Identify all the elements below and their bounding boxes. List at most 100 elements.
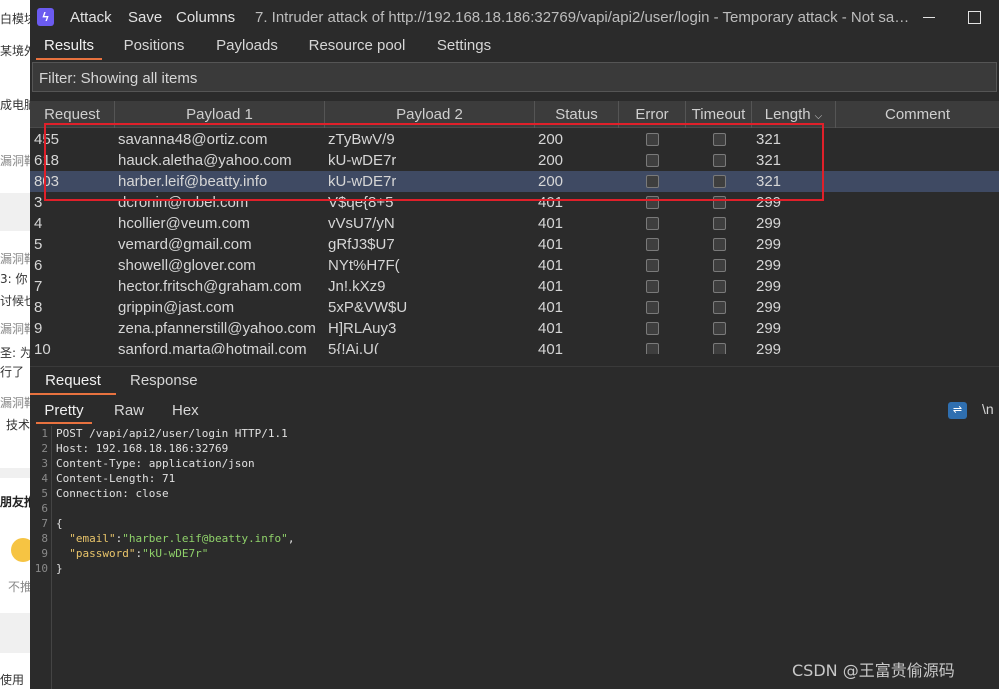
cell-length: 299: [756, 215, 782, 232]
column-comment[interactable]: Comment: [836, 101, 999, 128]
tab-resource-pool[interactable]: Resource pool: [302, 34, 412, 60]
timeout-checkbox: [713, 259, 726, 272]
show-newlines-button[interactable]: \n: [982, 401, 994, 417]
emoji-icon: [11, 538, 30, 562]
cell-status: 401: [538, 278, 564, 295]
tab-payloads[interactable]: Payloads: [210, 34, 284, 60]
table-row[interactable]: 6 showell@glover.com NYt%H7F( 401 299: [30, 255, 999, 276]
background-text: 漏洞靶: [0, 252, 30, 266]
cell-length: 299: [756, 257, 782, 274]
maximize-button[interactable]: [959, 6, 989, 28]
cell-payload-1: hector.fritsch@graham.com: [118, 278, 302, 295]
error-checkbox: [646, 343, 659, 354]
view-tabs: Pretty Raw Hex: [30, 398, 999, 424]
cell-request: 3: [34, 194, 43, 211]
background-shade: [0, 613, 30, 653]
cell-status: 401: [538, 299, 564, 316]
json-key: "password": [69, 547, 136, 560]
minimize-button[interactable]: [914, 6, 944, 28]
menu-attack[interactable]: Attack: [70, 9, 112, 26]
error-checkbox: [646, 238, 659, 251]
column-length-label: Length: [764, 106, 811, 123]
cell-status: 401: [538, 257, 564, 274]
cell-payload-1: sanford.marta@hotmail.com: [118, 341, 307, 354]
cell-length: 299: [756, 341, 782, 354]
background-shade: [0, 193, 30, 231]
line-number: 7: [41, 517, 48, 530]
timeout-checkbox: [713, 301, 726, 314]
background-text: 不推: [8, 580, 30, 594]
message-tabs: Request Response: [30, 366, 999, 395]
cell-length: 299: [756, 236, 782, 253]
cell-payload-2: 5xP&VW$U: [328, 299, 408, 316]
sort-descending-icon: ⌵: [814, 111, 823, 122]
cell-payload-1: showell@glover.com: [118, 257, 256, 274]
line-number: 4: [41, 472, 48, 485]
tab-settings[interactable]: Settings: [428, 34, 500, 60]
background-text: 某境外: [0, 44, 30, 58]
json-value: "harber.leif@beatty.info": [122, 532, 288, 545]
cell-length: 299: [756, 320, 782, 337]
request-editor[interactable]: 1 2 3 4 5 6 7 8 9 10 POST /vapi/api2/user/login H…: [30, 426, 999, 689]
line-number: 9: [41, 547, 48, 560]
background-text: 讨候也: [0, 294, 30, 308]
menu-columns[interactable]: Columns: [176, 9, 235, 26]
code-line: Content-Length: 71: [56, 472, 176, 485]
tab-request[interactable]: Request: [30, 367, 116, 395]
menu-save[interactable]: Save: [128, 9, 162, 26]
table-row[interactable]: 8 grippin@jast.com 5xP&VW$U 401 299: [30, 297, 999, 318]
tab-response[interactable]: Response: [130, 367, 198, 395]
table-row[interactable]: 7 hector.fritsch@graham.com Jn!.kXz9 401 299: [30, 276, 999, 297]
cell-request: 9: [34, 320, 43, 337]
cell-payload-1: hcollier@veum.com: [118, 215, 250, 232]
watermark: CSDN @王富贵偷源码: [792, 661, 955, 680]
code-line: Content-Type: application/json: [56, 457, 255, 470]
cell-status: 401: [538, 341, 564, 354]
code-line: }: [56, 562, 63, 575]
wrap-lines-icon[interactable]: ⇌: [948, 402, 967, 419]
background-text: 漏洞靶: [0, 322, 30, 336]
background-text: 使用: [0, 673, 25, 687]
cell-payload-1: vemard@gmail.com: [118, 236, 252, 253]
error-checkbox: [646, 322, 659, 335]
timeout-checkbox: [713, 280, 726, 293]
code-line: POST /vapi/api2/user/login HTTP/1.1: [56, 427, 288, 440]
background-text: 技术: [6, 418, 30, 432]
timeout-checkbox: [713, 322, 726, 335]
code-line: {: [56, 517, 63, 530]
tab-results[interactable]: Results: [36, 34, 102, 60]
cell-request: 4: [34, 215, 43, 232]
line-number: 10: [34, 562, 48, 575]
cell-payload-2: NYt%H7F(: [328, 257, 400, 274]
cell-payload-2: Jn!.kXz9: [328, 278, 386, 295]
cell-payload-1: zena.pfannerstill@yahoo.com: [118, 320, 316, 337]
error-checkbox: [646, 259, 659, 272]
tab-raw[interactable]: Raw: [114, 398, 144, 424]
line-number: 1: [41, 427, 48, 440]
table-row[interactable]: 9 zena.pfannerstill@yahoo.com H]RLAuy3 401 2…: [30, 318, 999, 339]
cell-status: 401: [538, 320, 564, 337]
timeout-checkbox: [713, 343, 726, 354]
tab-hex[interactable]: Hex: [172, 398, 199, 424]
cell-length: 299: [756, 278, 782, 295]
tab-pretty[interactable]: Pretty: [36, 398, 92, 424]
error-checkbox: [646, 301, 659, 314]
table-row[interactable]: 10 sanford.marta@hotmail.com 5{!Ai.U(401 29…: [30, 339, 999, 354]
line-number: 8: [41, 532, 48, 545]
tab-positions[interactable]: Positions: [116, 34, 192, 60]
filter-bar[interactable]: Filter: Showing all items: [32, 62, 997, 92]
title-bar: ϟ Attack Save Columns 7. Intruder attack…: [30, 0, 999, 34]
table-row[interactable]: 5 vemard@gmail.com gRfJ3$U7 401 299: [30, 234, 999, 255]
timeout-checkbox: [713, 238, 726, 251]
intruder-window: ϟ Attack Save Columns 7. Intruder attack…: [30, 0, 999, 689]
json-key: "email": [69, 532, 116, 545]
table-row[interactable]: 4 hcollier@veum.com vVsU7/yN 401 299: [30, 213, 999, 234]
background-text: 行了: [0, 365, 25, 379]
cell-request: 7: [34, 278, 43, 295]
cell-request: 10: [34, 341, 51, 354]
cell-request: 6: [34, 257, 43, 274]
line-number: 3: [41, 457, 48, 470]
cell-status: 401: [538, 215, 564, 232]
background-text: 漏洞靶: [0, 154, 30, 168]
cell-payload-2: vVsU7/yN: [328, 215, 395, 232]
